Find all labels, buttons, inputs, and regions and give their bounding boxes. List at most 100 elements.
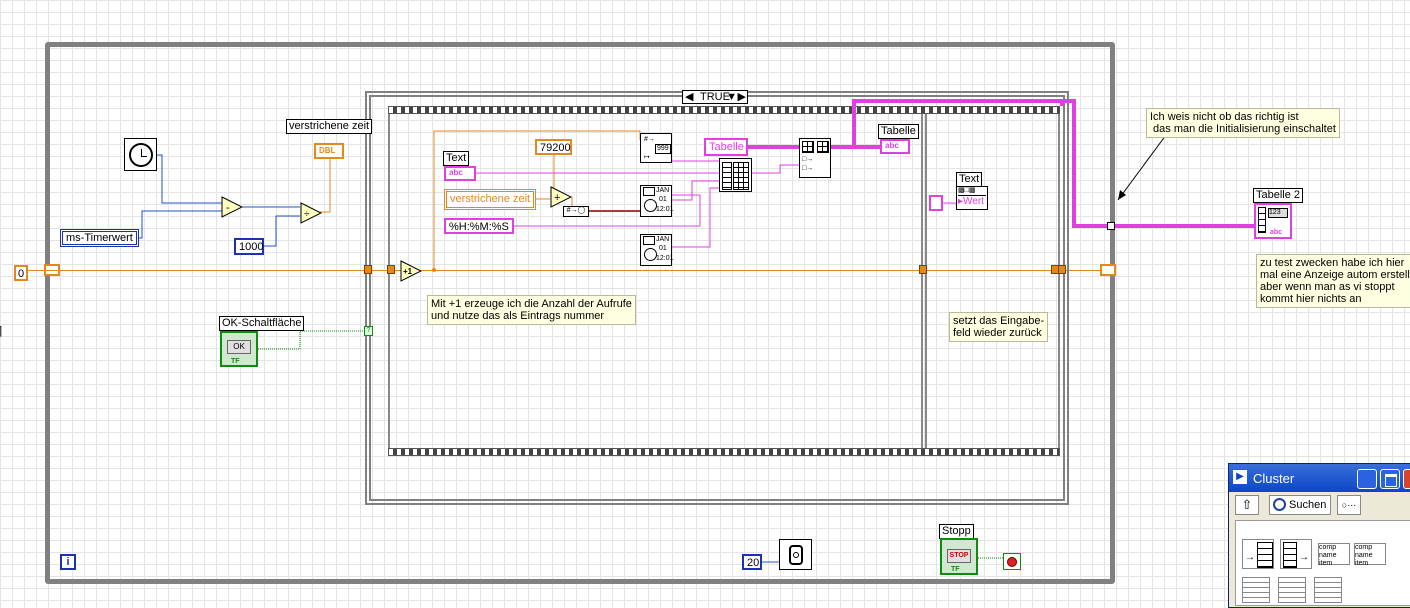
build-array-node[interactable] bbox=[719, 158, 752, 192]
note-test: zu test zwecken habe ich hier mal eine A… bbox=[1256, 254, 1410, 308]
tunnel-1 bbox=[364, 265, 372, 274]
svg-text:-: - bbox=[226, 202, 230, 214]
add-node[interactable]: + bbox=[550, 186, 573, 208]
tunnel-3 bbox=[919, 265, 927, 274]
tabelle2-type: abc bbox=[1270, 229, 1283, 236]
note-pointer-line bbox=[1117, 134, 1167, 201]
to-timestamp-node[interactable]: #→◯ bbox=[563, 206, 589, 217]
format-date-time-node-2[interactable]: JAN 01 12:01 bbox=[640, 234, 674, 266]
shift-init-constant[interactable]: 0 bbox=[14, 265, 28, 281]
case-prev-icon[interactable]: ◀ bbox=[685, 91, 693, 103]
empty-string-constant[interactable] bbox=[929, 195, 943, 211]
ok-button-label: OK-Schaltfläche bbox=[219, 316, 305, 331]
case-selector[interactable]: ◀ TRUE ▼ ▶ bbox=[682, 90, 748, 104]
svg-text:÷: ÷ bbox=[304, 209, 310, 220]
search-icon bbox=[1273, 498, 1286, 511]
date-01-1: 01 bbox=[659, 196, 667, 203]
text-control[interactable]: abc bbox=[444, 166, 476, 181]
tabelle-constant[interactable]: Tabelle bbox=[704, 138, 748, 156]
cluster-palette-window[interactable]: ▶ Cluster × ⇧ Suchen ○⋯ → → comp name it… bbox=[1228, 463, 1410, 608]
property-item[interactable]: ▸Wert bbox=[958, 196, 984, 208]
palette-item-bundle[interactable]: → bbox=[1242, 539, 1274, 569]
ok-button-terminal[interactable]: OK TF bbox=[220, 331, 258, 367]
wait-ms-node[interactable] bbox=[779, 539, 812, 570]
stop-button-label: Stopp bbox=[939, 524, 974, 539]
palette-item-bundle-by-name[interactable]: comp name item bbox=[1318, 543, 1350, 567]
format-string-constant[interactable]: %H:%M:%S bbox=[444, 218, 514, 234]
palette-toolbar: ⇧ Suchen ○⋯ bbox=[1231, 494, 1410, 518]
watch-icon bbox=[789, 545, 803, 565]
loop-condition-icon[interactable] bbox=[1003, 553, 1021, 570]
tabelle2-indicator-label: Tabelle 2 bbox=[1253, 188, 1304, 203]
format-date-time-node-1[interactable]: JAN 01 12:01 bbox=[640, 185, 674, 217]
palette-item-unbundle[interactable]: → bbox=[1280, 539, 1312, 569]
ok-button-type: TF bbox=[231, 358, 240, 365]
palette-item-array-to-cluster[interactable] bbox=[1242, 577, 1270, 603]
elapsed-indicator[interactable]: DBL bbox=[314, 143, 344, 159]
date-jan-1: JAN bbox=[656, 187, 670, 194]
note-pointer-head bbox=[1118, 190, 1126, 200]
number-to-string-node[interactable]: #→ 999 ↦ bbox=[640, 133, 672, 163]
insert-into-array-node[interactable]: □→ □→ bbox=[799, 138, 831, 178]
case-next-icon[interactable]: ▶ bbox=[738, 91, 746, 103]
palette-up-button[interactable]: ⇧ bbox=[1235, 495, 1259, 515]
stop-led-icon bbox=[1007, 557, 1017, 567]
increment-node[interactable]: +1 bbox=[400, 260, 423, 282]
text-control-label: Text bbox=[443, 151, 470, 166]
sequence-frame-2[interactable] bbox=[925, 114, 1060, 448]
svg-text:+: + bbox=[554, 192, 560, 204]
num-999: 999 bbox=[655, 144, 671, 154]
tabelle2-value: 123 bbox=[1268, 208, 1288, 218]
ok-button-face: OK bbox=[227, 340, 251, 354]
palette-search-button[interactable]: Suchen bbox=[1269, 495, 1331, 515]
constant-79200[interactable]: 79200 bbox=[535, 139, 572, 155]
tabelle-indicator[interactable]: abc bbox=[880, 139, 910, 154]
case-dropdown-icon[interactable]: ▼ bbox=[726, 91, 737, 103]
shift-register-right-icon[interactable] bbox=[1100, 264, 1116, 276]
note-init-question: Ich weis nicht ob das richtig ist das ma… bbox=[1146, 108, 1340, 138]
palette-titlebar[interactable]: ▶ Cluster × bbox=[1229, 464, 1410, 492]
divisor-constant[interactable]: 1000 bbox=[234, 238, 264, 255]
time-1201-2: 12:01 bbox=[656, 255, 674, 262]
stop-button-type: TF bbox=[951, 566, 960, 573]
elapsed-indicator-label: verstrichene zeit bbox=[286, 119, 373, 134]
svg-text:+1: +1 bbox=[403, 267, 413, 276]
date-jan-2: JAN bbox=[656, 236, 670, 243]
elapsed-time-control[interactable]: verstrichene zeit bbox=[444, 189, 536, 210]
clock-face-icon bbox=[129, 143, 153, 167]
property-header-icon: ▩□▩ bbox=[958, 187, 986, 196]
tabelle2-indicator[interactable]: 123 abc bbox=[1254, 203, 1292, 239]
timer-icon[interactable] bbox=[124, 138, 157, 171]
note-reset: setzt das Eingabe- feld wieder zurück bbox=[949, 312, 1049, 342]
case-selector-terminal[interactable]: ? bbox=[364, 326, 373, 336]
palette-item-unbundle-by-name[interactable]: comp name item bbox=[1354, 543, 1386, 567]
palette-pin-icon[interactable]: ▶ bbox=[1233, 470, 1247, 484]
text-property-label: Text bbox=[956, 172, 983, 187]
date-01-2: 01 bbox=[659, 245, 667, 252]
loop-iteration-terminal[interactable]: i bbox=[60, 554, 76, 570]
palette-view-button[interactable]: ○⋯ bbox=[1337, 495, 1361, 515]
subtract-node[interactable]: - bbox=[221, 196, 244, 218]
palette-content: → → comp name item comp name item bbox=[1235, 520, 1410, 606]
wait-ms-constant[interactable]: 20 bbox=[742, 554, 762, 570]
palette-item-cluster-to-array[interactable] bbox=[1278, 577, 1306, 603]
time-1201-1: 12:01 bbox=[656, 206, 674, 213]
ms-timer-indicator[interactable]: ms-Timerwert bbox=[60, 229, 139, 247]
minimize-icon[interactable] bbox=[1357, 469, 1377, 489]
left-edge-fragment: ] bbox=[0, 325, 4, 338]
tunnel-5 bbox=[1058, 265, 1066, 274]
note-counter: Mit +1 erzeuge ich die Anzahl der Aufruf… bbox=[427, 295, 636, 325]
tunnel-2 bbox=[387, 265, 395, 274]
close-icon[interactable]: × bbox=[1403, 469, 1410, 489]
sequence-top-border bbox=[388, 106, 1060, 114]
maximize-icon[interactable] bbox=[1380, 469, 1400, 489]
stop-button-terminal[interactable]: STOP TF bbox=[940, 538, 978, 575]
text-property-node[interactable]: ▩□▩ ▸Wert bbox=[956, 186, 988, 210]
palette-title: Cluster bbox=[1253, 471, 1295, 486]
sequence-bottom-border bbox=[388, 448, 1060, 456]
tabelle-indicator-label: Tabelle bbox=[878, 124, 919, 139]
stop-button-face: STOP bbox=[947, 549, 971, 563]
divide-node[interactable]: ÷ bbox=[300, 202, 323, 224]
init-terminal[interactable] bbox=[1107, 222, 1115, 230]
palette-item-build-cluster-array[interactable] bbox=[1314, 577, 1342, 603]
